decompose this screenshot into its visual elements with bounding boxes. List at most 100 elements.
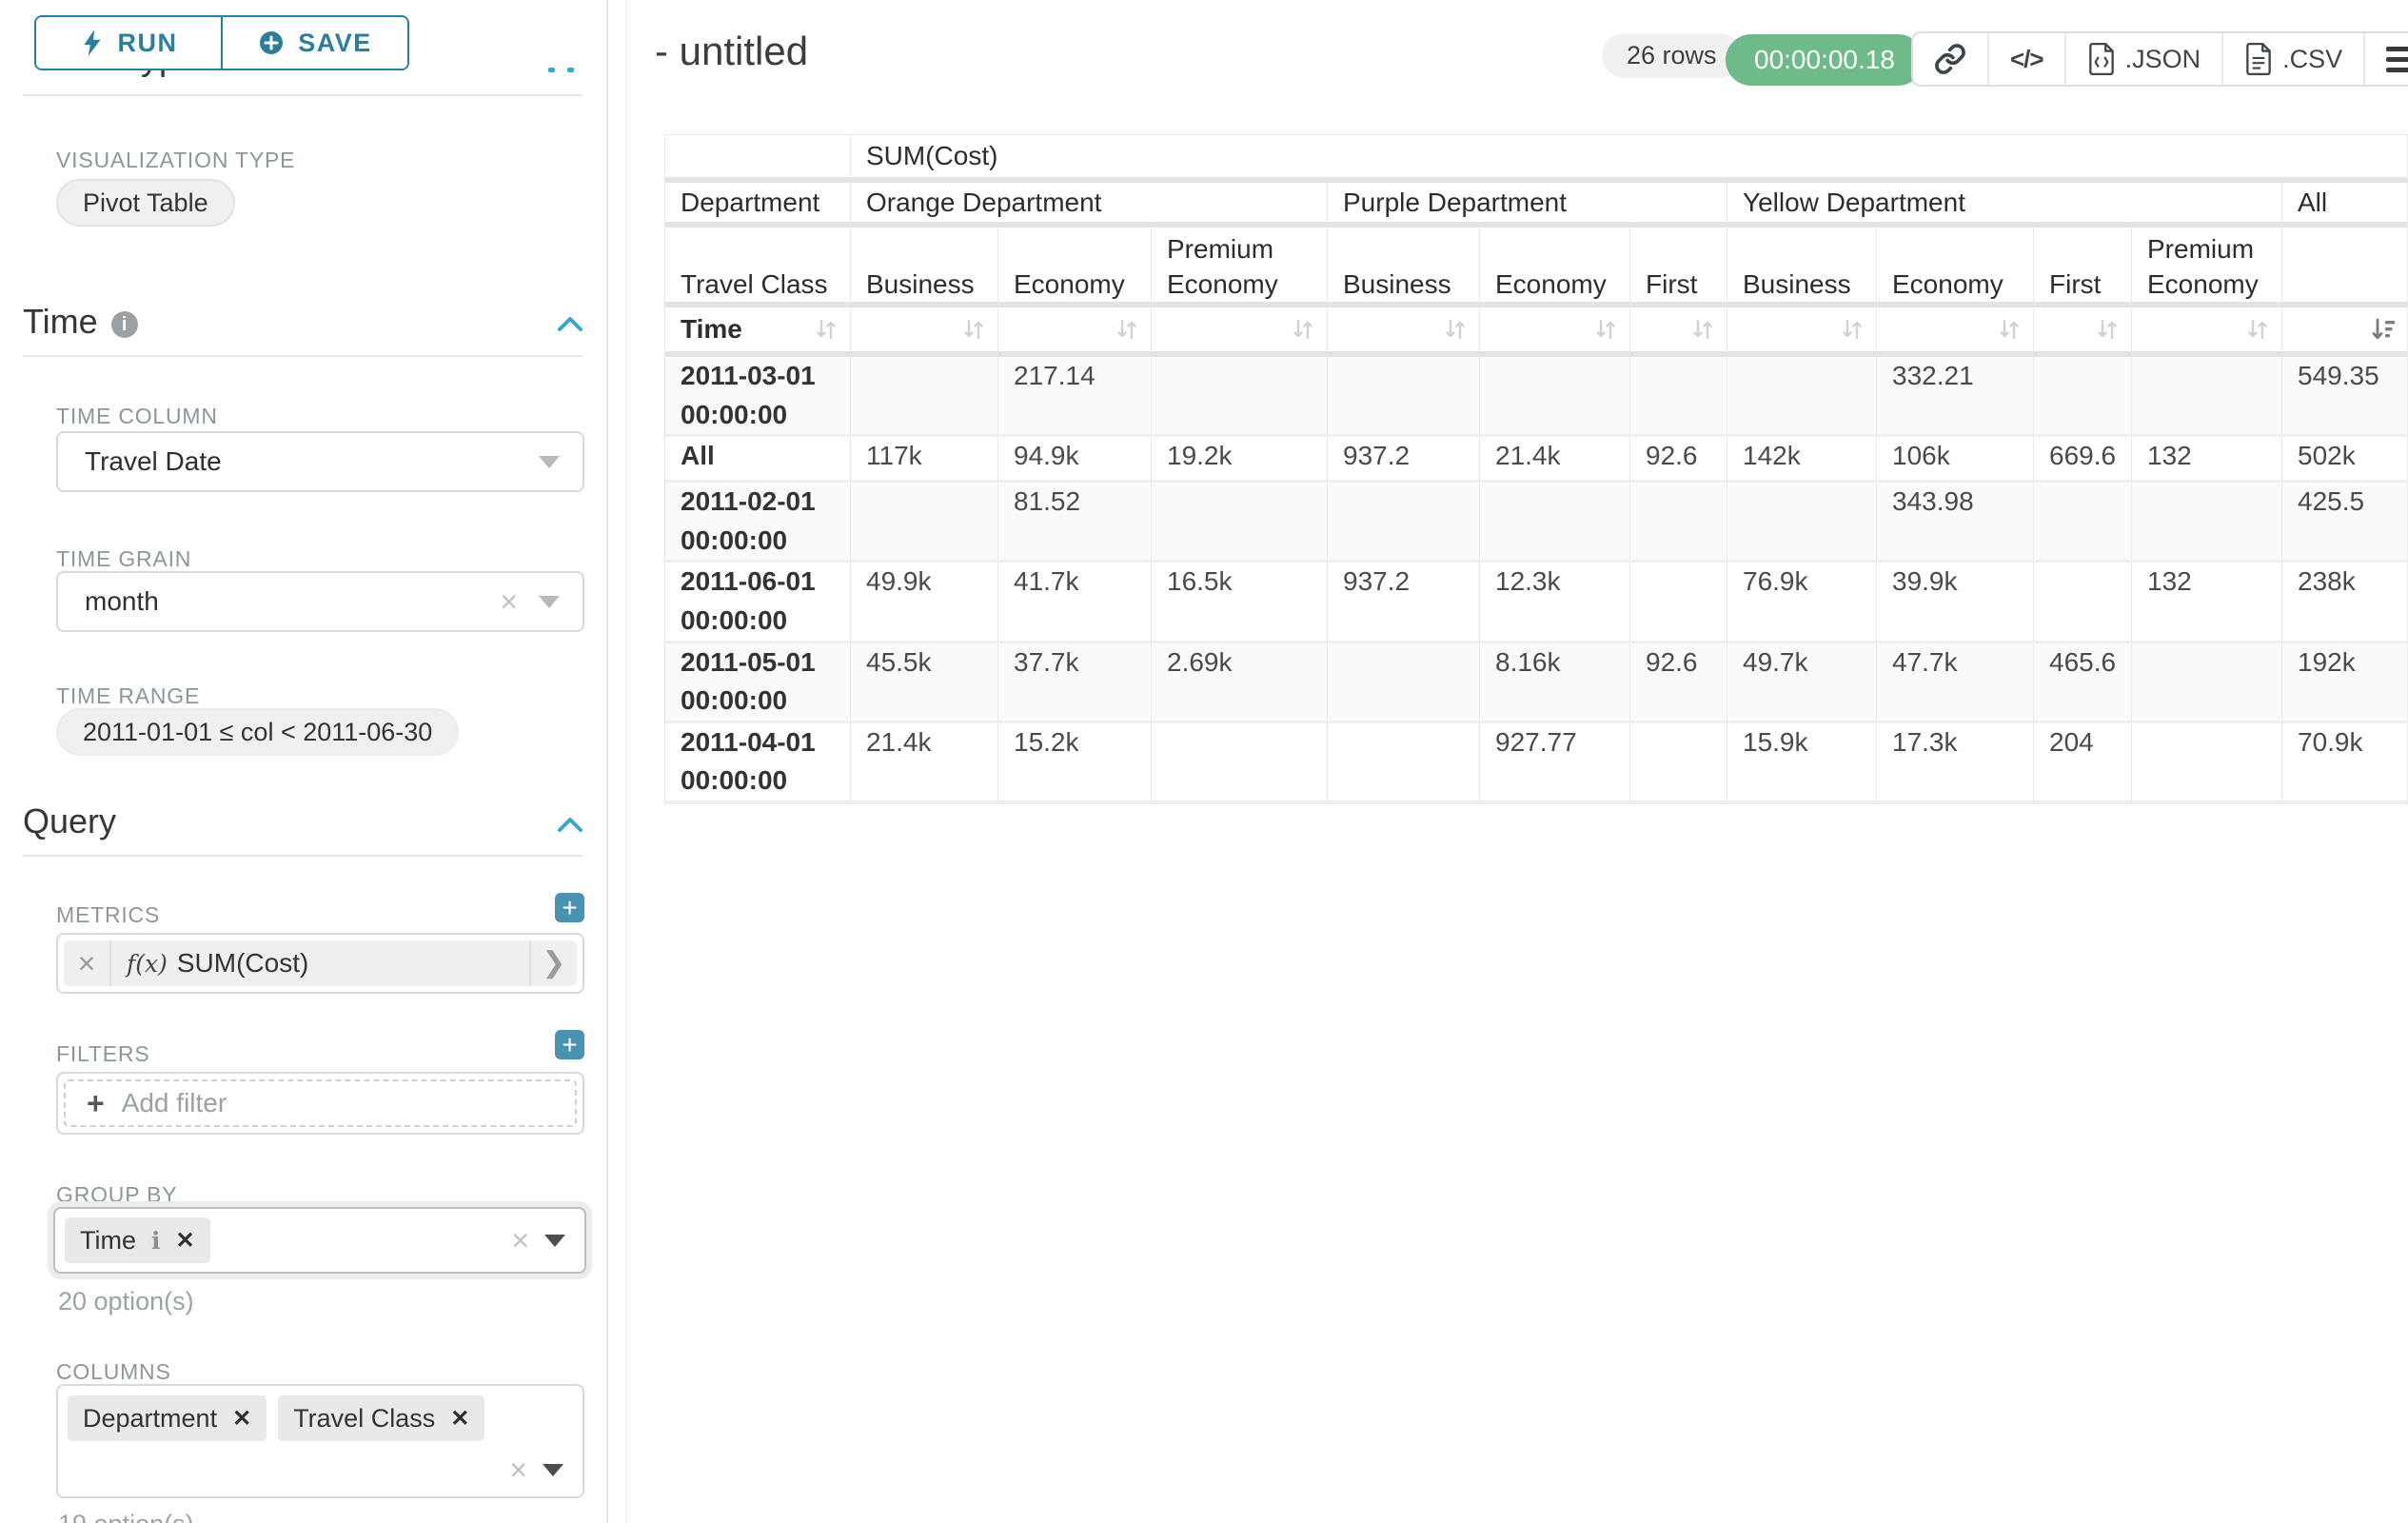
columns-tag-label: Travel Class [293,1404,435,1434]
table-cell: 70.9k [2282,723,2407,803]
table-cell [1630,483,1727,563]
sort-header[interactable] [1727,307,1877,357]
query-section-heading: Query [23,801,116,841]
group-by-label: GROUP BY [56,1182,177,1208]
columns-select[interactable]: Department ✕ Travel Class ✕ × [56,1384,584,1498]
add-metric-button[interactable]: + [555,893,584,922]
sort-header[interactable] [998,307,1152,357]
share-link-button[interactable] [1913,33,1989,85]
caret-down-icon [539,596,560,608]
expand-metric-icon[interactable]: ❯ [529,940,577,986]
sort-header[interactable] [1480,307,1630,357]
bolt-icon [80,29,105,57]
table-cell: 8.16k [1480,643,1630,723]
sort-header[interactable] [2132,307,2282,357]
columns-label: COLUMNS [56,1359,171,1385]
columns-controls: × [509,1454,563,1485]
table-cell: 49.7k [1727,643,1877,723]
clear-icon[interactable]: × [500,586,518,617]
panel-divider[interactable] [606,0,608,1523]
query-collapse-chevron[interactable] [556,815,584,834]
metric-box: × f(x)SUM(Cost) ❯ [56,933,584,994]
table-cell: 204 [2034,723,2132,803]
row-label: 2011-04-01 00:00:00 [665,723,851,803]
caret-down-icon[interactable] [543,1464,563,1476]
run-button-label: RUN [118,29,178,58]
time-grain-label: TIME GRAIN [56,546,191,572]
table-row: 2011-04-01 00:00:0021.4k15.2k927.7715.9k… [665,723,2407,803]
tag-close-icon[interactable]: ✕ [232,1405,251,1433]
plus-icon: + [87,1088,105,1118]
metric-pill[interactable]: × f(x)SUM(Cost) ❯ [64,940,577,986]
table-row: 2011-03-01 00:00:00217.14332.21549.35 [665,357,2407,437]
sort-icon [2095,316,2120,343]
sort-icon [961,316,986,343]
table-cell: 132 [2132,563,2282,643]
table-cell: 76.9k [1727,563,1877,643]
column-dimension-label: Department [665,183,851,227]
gutter-dot-1 [548,68,555,72]
group-by-select[interactable]: Time i ✕ × [53,1207,586,1274]
time-range-pill[interactable]: 2011-01-01 ≤ col < 2011-06-30 [56,708,459,756]
column-header: Economy [1480,227,1630,307]
table-cell [2132,357,2282,437]
sort-header[interactable] [1152,307,1328,357]
sort-header[interactable] [851,307,998,357]
add-filter-plus-button[interactable]: + [555,1030,584,1059]
table-cell [2034,563,2132,643]
group-by-tag[interactable]: Time i ✕ [65,1217,210,1263]
export-json-button[interactable]: .JSON [2066,33,2224,85]
time-column-label: TIME COLUMN [56,404,218,429]
sort-header-time[interactable]: Time [665,307,851,357]
time-grain-select[interactable]: month × [56,571,584,632]
divider-time [23,355,582,357]
group-by-hint: 20 option(s) [58,1287,194,1316]
sort-icon [1593,316,1618,343]
tag-close-icon[interactable]: ✕ [176,1227,195,1255]
chart-title[interactable]: - untitled [655,29,808,74]
column-group-header: All [2282,183,2407,227]
table-row: 2011-05-01 00:00:0045.5k37.7k2.69k8.16k9… [665,643,2407,723]
table-cell [1152,723,1328,803]
table-cell [1328,357,1480,437]
time-collapse-chevron[interactable] [556,314,584,333]
metric-header-cell: SUM(Cost) [851,135,2407,183]
clear-icon[interactable]: × [511,1225,529,1256]
remove-metric-icon[interactable]: × [64,940,111,986]
table-row: All117k94.9k19.2k937.221.4k92.6142k106k6… [665,437,2407,483]
sort-header[interactable] [2034,307,2132,357]
sort-icon [1690,316,1715,343]
metric-value: SUM(Cost) [177,948,308,978]
columns-tag-label: Department [83,1404,217,1434]
code-icon: </> [2010,45,2043,74]
table-cell: 142k [1727,437,1877,483]
corner-cell [665,135,851,183]
run-button[interactable]: RUN [36,17,223,69]
sort-header[interactable] [1877,307,2034,357]
sort-header[interactable] [1328,307,1480,357]
time-column-value: Travel Date [85,446,539,477]
sort-header[interactable] [1630,307,1727,357]
filters-label: FILTERS [56,1041,149,1067]
export-csv-button[interactable]: .CSV [2223,33,2365,85]
add-filter-box[interactable]: + Add filter [56,1072,584,1135]
view-query-button[interactable]: </> [1989,33,2066,85]
columns-tag-department[interactable]: Department ✕ [68,1395,266,1441]
visualization-type-label: VISUALIZATION TYPE [56,148,295,173]
column-header: Business [1328,227,1480,307]
columns-tag-travel-class[interactable]: Travel Class ✕ [278,1395,484,1441]
tag-close-icon[interactable]: ✕ [450,1405,469,1433]
tag-info-icon: i [151,1227,161,1255]
save-button[interactable]: SAVE [223,17,407,69]
row-count-badge: 26 rows [1602,33,1742,78]
time-column-select[interactable]: Travel Date [56,431,584,492]
menu-button[interactable] [2365,33,2408,85]
sort-header-active[interactable] [2282,307,2407,357]
visualization-type-pill[interactable]: Pivot Table [56,179,235,227]
clear-icon[interactable]: × [509,1454,527,1485]
sidebar: Chart Type RUN SAVE VISUALIZATION TYPE [0,0,606,1523]
table-cell [1727,357,1877,437]
table-cell: 217.14 [998,357,1152,437]
caret-down-icon[interactable] [544,1235,565,1247]
group-by-tag-label: Time [80,1226,136,1256]
